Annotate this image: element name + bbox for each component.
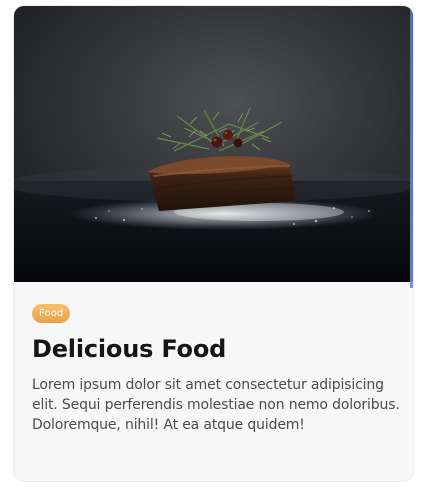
- card-description: Lorem ipsum dolor sit amet consectetur a…: [32, 377, 400, 433]
- card-title: Delicious Food: [32, 335, 227, 363]
- food-card[interactable]: Food Delicious Food Lorem ipsum dolor si…: [14, 6, 413, 481]
- category-badge: Food: [32, 304, 71, 323]
- cake-image: [14, 6, 413, 282]
- card-content: Food Delicious Food Lorem ipsum dolor si…: [32, 303, 402, 435]
